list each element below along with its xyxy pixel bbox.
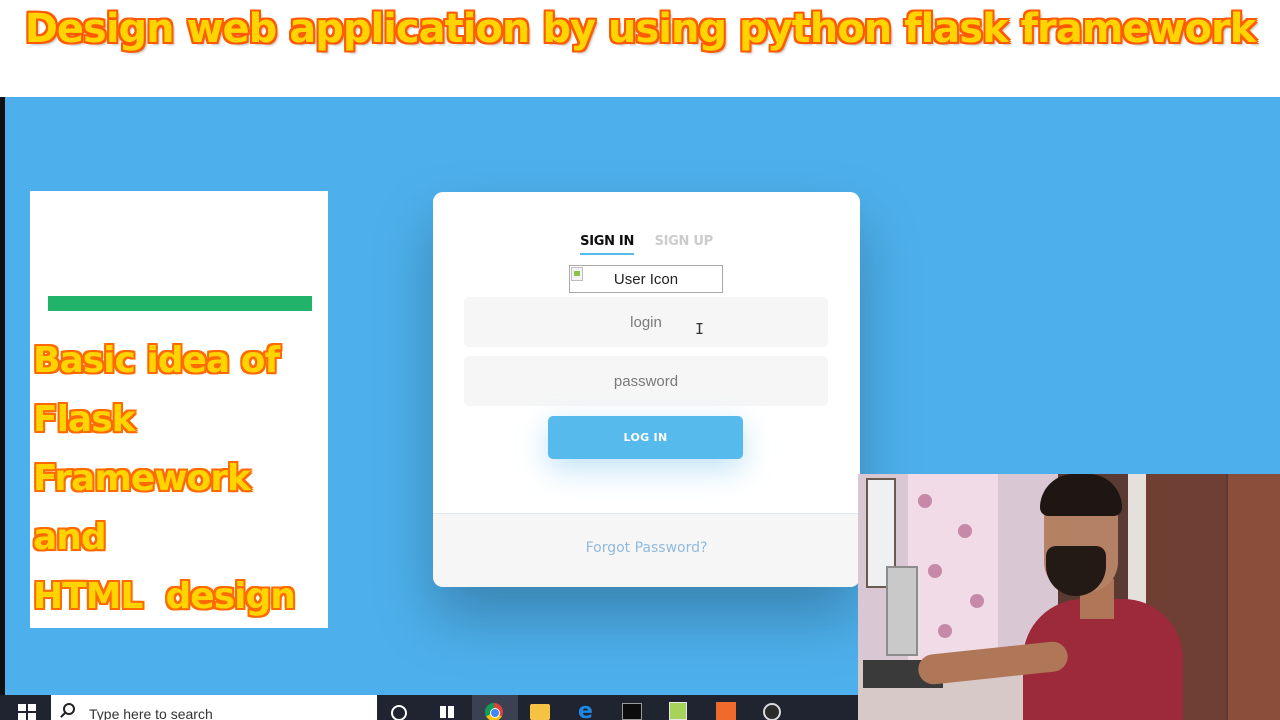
screen-edge	[0, 97, 5, 720]
user-icon-image: User Icon	[569, 265, 723, 293]
forgot-password-link[interactable]: Forgot Password?	[586, 540, 708, 556]
text-cursor-icon: I	[695, 320, 705, 338]
login-card-footer: Forgot Password?	[433, 513, 860, 587]
caption-line: Framework	[33, 458, 251, 499]
caption-accent-bar	[48, 296, 312, 311]
curtain-flower	[970, 594, 984, 608]
curtain-flower	[938, 624, 952, 638]
cortana-icon[interactable]	[391, 705, 407, 720]
webcam-monitor	[886, 566, 918, 656]
user-icon-alt-text: User Icon	[613, 271, 679, 288]
taskbar-search-placeholder: Type here to search	[89, 706, 213, 720]
windows-taskbar: Type here to search e	[0, 695, 858, 720]
notepad-icon[interactable]	[669, 702, 687, 720]
login-input[interactable]	[464, 297, 828, 347]
webcam-person-hair	[1040, 474, 1122, 516]
pycharm-icon[interactable]	[716, 702, 736, 720]
caption-line: Flask	[33, 399, 136, 440]
webcam-overlay	[858, 474, 1280, 720]
tab-sign-up[interactable]: SIGN UP	[655, 234, 714, 255]
taskbar-search-box[interactable]: Type here to search	[51, 695, 377, 720]
task-view-icon[interactable]	[438, 702, 458, 720]
curtain-flower	[958, 524, 972, 538]
tab-sign-in[interactable]: SIGN IN	[580, 234, 634, 255]
webcam-curtain	[908, 474, 998, 674]
video-title: Design web application by using python f…	[24, 6, 1257, 52]
search-icon	[63, 703, 75, 715]
windows-start-icon[interactable]	[18, 704, 36, 720]
curtain-flower	[928, 564, 942, 578]
webcam-door-frame	[1228, 474, 1280, 720]
chrome-icon[interactable]	[485, 703, 503, 720]
file-explorer-icon[interactable]	[530, 704, 550, 720]
curtain-flower	[918, 494, 932, 508]
video-title-banner: Design web application by using python f…	[0, 0, 1280, 97]
password-input[interactable]	[464, 356, 828, 406]
log-in-button[interactable]: LOG IN	[548, 416, 743, 459]
caption-line: Basic idea of	[33, 340, 280, 381]
caption-text: Basic idea of Flask Framework and HTML d…	[33, 331, 325, 626]
caption-line: and	[33, 517, 107, 558]
auth-tabs: SIGN IN SIGN UP	[433, 234, 860, 255]
login-form-card: SIGN IN SIGN UP User Icon I LOG IN Forgo…	[433, 192, 860, 587]
caption-line: HTML design	[33, 576, 296, 617]
edge-icon[interactable]: e	[578, 701, 598, 720]
caption-card: Basic idea of Flask Framework and HTML d…	[30, 191, 328, 628]
obs-icon[interactable]	[763, 703, 781, 720]
terminal-icon[interactable]	[622, 703, 642, 720]
